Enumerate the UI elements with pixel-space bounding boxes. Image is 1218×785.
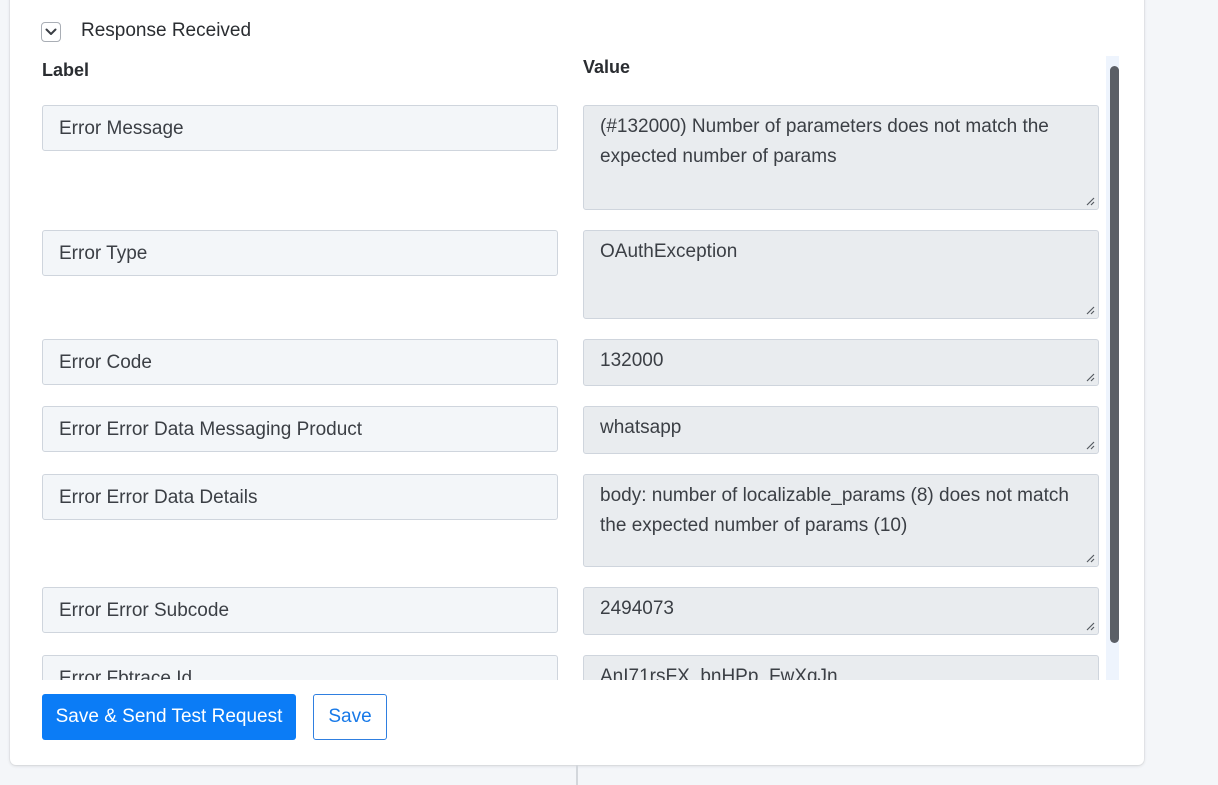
row-clip: Error Fbtrace Id AnI71rsFX_bnHPp_FwXqJn bbox=[0, 0, 1218, 680]
value-field-error-fbtrace-id[interactable]: AnI71rsFX_bnHPp_FwXqJn bbox=[583, 655, 1099, 680]
value-text: AnI71rsFX_bnHPp_FwXqJn bbox=[600, 666, 838, 680]
divider-line bbox=[576, 765, 578, 785]
save-button[interactable]: Save bbox=[313, 694, 387, 740]
save-and-send-test-request-button[interactable]: Save & Send Test Request bbox=[42, 694, 296, 740]
label-field-error-fbtrace-id[interactable]: Error Fbtrace Id bbox=[42, 655, 558, 680]
